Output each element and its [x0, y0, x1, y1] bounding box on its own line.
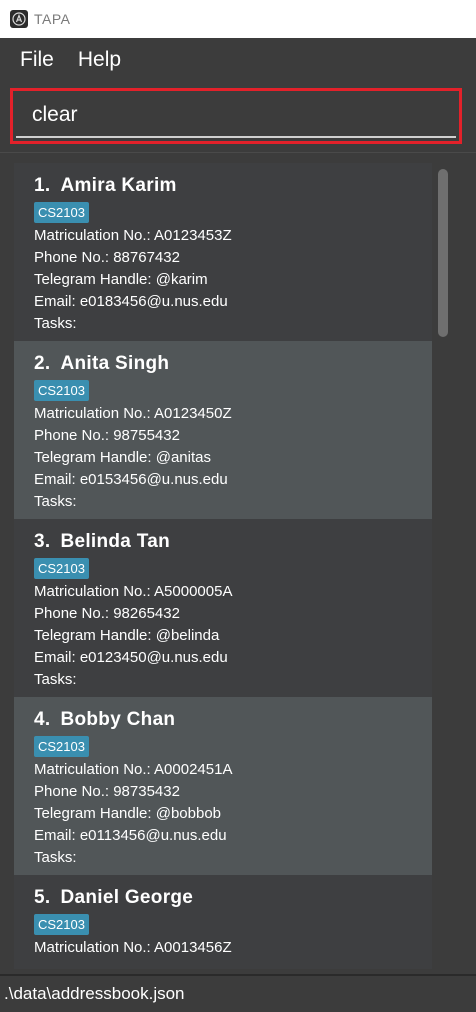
person-card[interactable]: 3. Belinda Tan CS2103 Matriculation No.: …: [14, 519, 432, 697]
person-card[interactable]: 1. Amira Karim CS2103 Matriculation No.: …: [14, 163, 432, 341]
scrollbar-thumb[interactable]: [438, 169, 448, 337]
status-bar: .\data\addressbook.json: [0, 974, 476, 1012]
person-name-row: 2. Anita Singh: [34, 351, 432, 377]
person-card[interactable]: 2. Anita Singh CS2103 Matriculation No.: …: [14, 341, 432, 519]
person-tasks: Tasks:: [34, 849, 77, 866]
person-name: Belinda Tan: [60, 531, 171, 552]
person-telegram: Telegram Handle: @karim: [34, 271, 208, 288]
command-area: [0, 82, 476, 152]
person-tasks: Tasks:: [34, 315, 77, 332]
tag-badge: CS2103: [34, 380, 89, 401]
person-card[interactable]: 4. Bobby Chan CS2103 Matriculation No.: A…: [14, 697, 432, 875]
menu-file[interactable]: File: [20, 48, 54, 72]
window-title: TAPA: [34, 11, 71, 27]
person-email: Email: e0153456@u.nus.edu: [34, 471, 228, 488]
person-matric: Matriculation No.: A5000005A: [34, 583, 233, 600]
tag-badge: CS2103: [34, 736, 89, 757]
person-telegram: Telegram Handle: @anitas: [34, 449, 211, 466]
person-name: Daniel George: [60, 887, 194, 908]
tag-badge: CS2103: [34, 558, 89, 579]
person-name-row: 5. Daniel George: [34, 885, 432, 911]
person-phone: Phone No.: 88767432: [34, 249, 180, 266]
menu-bar: File Help: [0, 38, 476, 82]
person-matric: Matriculation No.: A0013456Z: [34, 939, 232, 956]
menu-help[interactable]: Help: [78, 48, 121, 72]
person-name-row: 4. Bobby Chan: [34, 707, 432, 733]
person-card[interactable]: 5. Daniel George CS2103 Matriculation No.…: [14, 875, 432, 969]
person-telegram: Telegram Handle: @belinda: [34, 627, 220, 644]
person-name-row: 1. Amira Karim: [34, 173, 432, 199]
tag-badge: CS2103: [34, 202, 89, 223]
person-email: Email: e0113456@u.nus.edu: [34, 827, 227, 844]
person-index: 3.: [34, 531, 51, 552]
tag-badge: CS2103: [34, 914, 89, 935]
person-index: 5.: [34, 887, 51, 908]
person-tasks: Tasks:: [34, 671, 77, 688]
person-index: 1.: [34, 175, 51, 196]
person-email: Email: e0123450@u.nus.edu: [34, 649, 228, 666]
person-index: 4.: [34, 709, 51, 730]
person-telegram: Telegram Handle: @bobbob: [34, 805, 222, 822]
person-matric: Matriculation No.: A0123450Z: [34, 405, 232, 422]
person-list[interactable]: 1. Amira Karim CS2103 Matriculation No.: …: [14, 163, 432, 969]
person-name: Amira Karim: [60, 175, 177, 196]
person-email: Email: e0183456@u.nus.edu: [34, 293, 228, 310]
person-name: Bobby Chan: [60, 709, 176, 730]
title-bar: TAPA: [0, 0, 476, 38]
person-phone: Phone No.: 98735432: [34, 783, 180, 800]
scrollbar[interactable]: [434, 163, 452, 969]
person-phone: Phone No.: 98755432: [34, 427, 180, 444]
person-name: Anita Singh: [60, 353, 170, 374]
person-matric: Matriculation No.: A0002451A: [34, 761, 233, 778]
person-tasks: Tasks:: [34, 493, 77, 510]
app-icon: [10, 10, 28, 28]
person-phone: Phone No.: 98265432: [34, 605, 180, 622]
person-matric: Matriculation No.: A0123453Z: [34, 227, 232, 244]
person-index: 2.: [34, 353, 51, 374]
command-input[interactable]: [16, 94, 456, 138]
command-box: [10, 88, 462, 144]
data-file-path: .\data\addressbook.json: [4, 984, 185, 1003]
person-name-row: 3. Belinda Tan: [34, 529, 432, 555]
person-list-panel: 1. Amira Karim CS2103 Matriculation No.: …: [0, 152, 476, 970]
